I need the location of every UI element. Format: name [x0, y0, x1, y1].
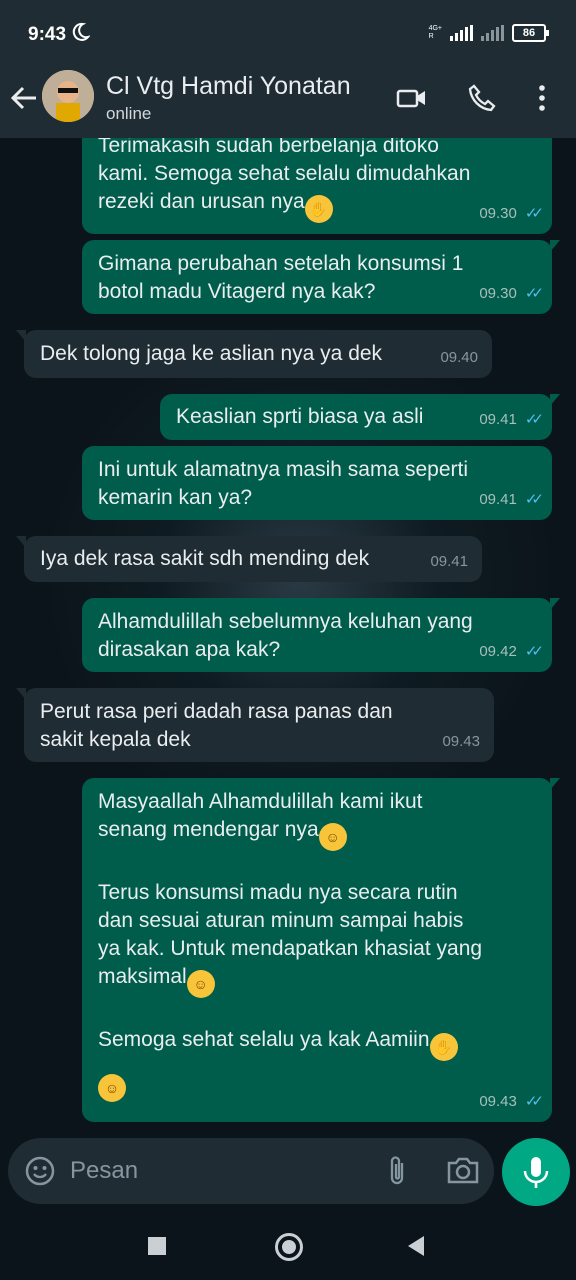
- message-in[interactable]: Perut rasa peri dadah rasa panas dan sak…: [16, 688, 494, 762]
- pray-emoji-icon: ✋: [304, 195, 333, 223]
- system-nav-bar: [0, 1212, 576, 1280]
- mic-icon: [523, 1157, 549, 1188]
- message-meta: 09.41 ✓✓: [479, 486, 544, 514]
- moon-icon: [72, 22, 90, 41]
- read-ticks-icon: ✓✓: [524, 491, 544, 508]
- message-meta: 09.30 ✓✓: [479, 280, 544, 308]
- chat-area[interactable]: Terimakasih sudah berbelanja ditoko kami…: [0, 138, 576, 1140]
- message-out[interactable]: Masyaallah Alhamdulillah kami ikut senan…: [82, 778, 560, 1122]
- pray-emoji-icon: ✋: [429, 1033, 458, 1061]
- message-input-bar[interactable]: Pesan: [8, 1138, 494, 1204]
- message-meta: 09.42 ✓✓: [479, 638, 544, 666]
- message-input[interactable]: Pesan: [70, 1157, 138, 1185]
- signal-icon: [450, 25, 473, 41]
- message-out[interactable]: Keaslian sprti biasa ya asli 09.41 ✓✓: [160, 394, 560, 440]
- message-meta: 09.41 ✓✓: [479, 406, 544, 434]
- emoji-icon[interactable]: [24, 1155, 56, 1187]
- message-out[interactable]: Gimana perubahan setelah konsumsi 1 boto…: [82, 240, 560, 314]
- recents-button[interactable]: [148, 1237, 166, 1255]
- message-meta: 09.43: [442, 733, 480, 750]
- read-ticks-icon: ✓✓: [524, 411, 544, 428]
- status-time: 9:43: [28, 24, 67, 45]
- hug-emoji-icon: ☺: [98, 1074, 126, 1102]
- phone-icon[interactable]: [466, 82, 498, 114]
- read-ticks-icon: ✓✓: [524, 643, 544, 660]
- status-bar: 9:43 4G+ R 86: [0, 0, 576, 66]
- home-button[interactable]: [275, 1233, 303, 1261]
- signal-icon-2: [481, 25, 504, 41]
- contact-name[interactable]: Cl Vtg Hamdi Yonatan: [106, 72, 351, 101]
- message-in[interactable]: Dek tolong jaga ke aslian nya ya dek 09.…: [16, 330, 492, 378]
- mic-button[interactable]: [502, 1138, 570, 1206]
- network-type: 4G+ R: [428, 25, 442, 40]
- attach-icon[interactable]: [384, 1154, 410, 1188]
- message-meta: 09.30 ✓✓: [479, 200, 544, 228]
- avatar[interactable]: [42, 70, 94, 122]
- battery-icon: 86: [512, 24, 549, 42]
- read-ticks-icon: ✓✓: [524, 285, 544, 302]
- read-ticks-icon: ✓✓: [524, 1093, 544, 1110]
- message-in[interactable]: Iya dek rasa sakit sdh mending dek 09.41: [16, 536, 482, 582]
- message-out[interactable]: Ini untuk alamatnya masih sama seperti k…: [82, 446, 552, 520]
- back-button[interactable]: [408, 1236, 424, 1256]
- read-ticks-icon: ✓✓: [524, 205, 544, 222]
- message-out[interactable]: Terimakasih sudah berbelanja ditoko kami…: [82, 138, 552, 234]
- contact-status: online: [106, 104, 152, 123]
- camera-icon[interactable]: [446, 1155, 480, 1185]
- message-meta: 09.43 ✓✓: [479, 1088, 544, 1116]
- message-out[interactable]: Alhamdulillah sebelumnya keluhan yang di…: [82, 598, 560, 672]
- hug-emoji-icon: ☺: [318, 823, 347, 851]
- message-meta: 09.41: [430, 553, 468, 570]
- message-meta: 09.40: [440, 349, 478, 366]
- video-call-icon[interactable]: [396, 82, 428, 114]
- more-menu-icon[interactable]: [532, 82, 552, 114]
- back-arrow-icon[interactable]: [10, 84, 38, 112]
- smile-emoji-icon: ☺: [186, 970, 215, 998]
- chat-header: Cl Vtg Hamdi Yonatan online: [0, 66, 576, 138]
